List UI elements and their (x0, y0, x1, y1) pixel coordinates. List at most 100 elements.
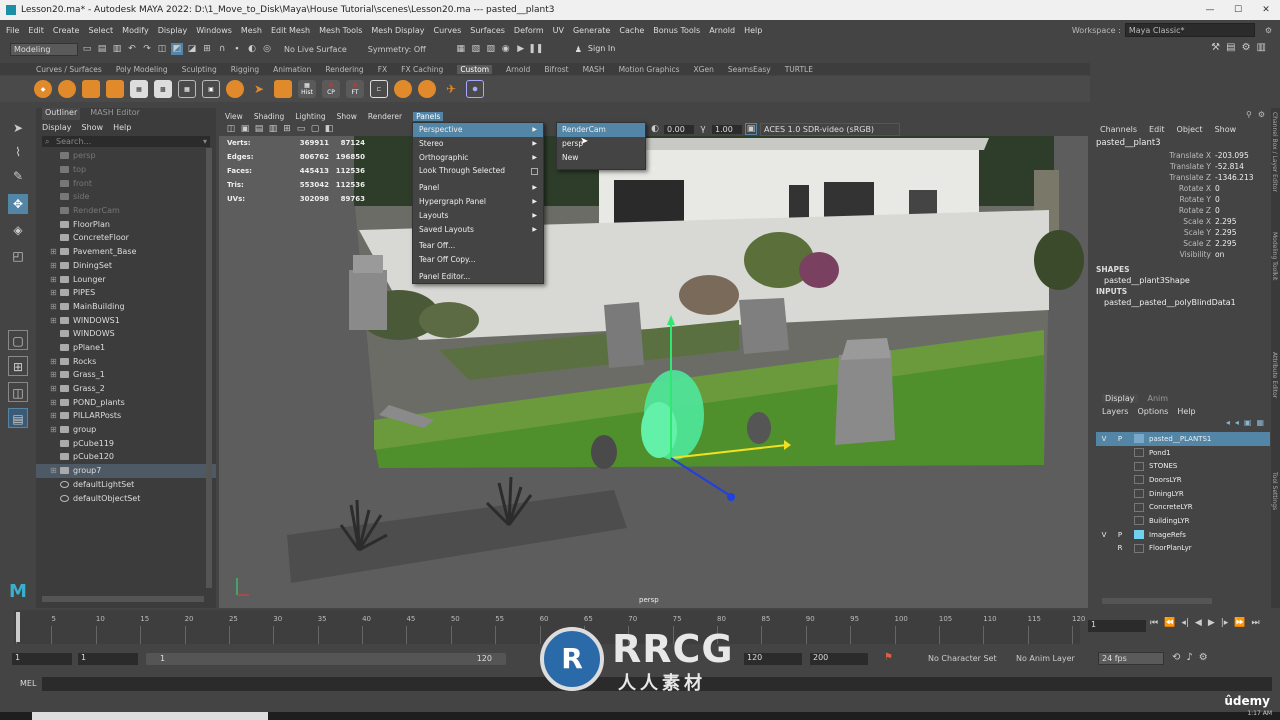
submenu-item-rendercam[interactable]: RenderCam (557, 123, 645, 137)
channel-attr-value[interactable]: 2.295 (1215, 228, 1271, 237)
channel-attr-value[interactable]: 0 (1215, 195, 1271, 204)
tool-settings-icon[interactable]: ⚙ (1242, 42, 1251, 53)
panels-menu-item-tear-off-copy-[interactable]: Tear Off Copy... (413, 253, 543, 267)
shelf-item-6-icon[interactable]: ▩ (154, 80, 172, 98)
channel-attr-row[interactable]: Translate Y -52.814 (1091, 161, 1271, 172)
select-tool-icon[interactable]: ➤ (8, 118, 28, 138)
shelf-item-2-icon[interactable] (58, 80, 76, 98)
layer-menu-layers[interactable]: Layers (1102, 407, 1128, 416)
step-back-key-icon[interactable]: ⏪ (1164, 618, 1175, 628)
new-scene-icon[interactable]: ▭ (81, 43, 93, 55)
layer-visibility-toggle[interactable]: V (1096, 435, 1112, 443)
four-pane-layout-icon[interactable]: ⊞ (8, 356, 28, 376)
open-scene-icon[interactable]: ▤ (96, 43, 108, 55)
expand-toggle-icon[interactable]: ⊞ (50, 398, 60, 407)
shelf-item-7-icon[interactable]: ▦ (178, 80, 196, 98)
panels-menu-item-panel-editor-[interactable]: Panel Editor... (413, 270, 543, 284)
tab-display[interactable]: Display (1102, 393, 1138, 403)
layer-color-swatch[interactable] (1134, 530, 1144, 540)
history-icon[interactable]: ▦ Hist (298, 80, 316, 98)
menu-bonus-tools[interactable]: Bonus Tools (653, 26, 700, 35)
outliner-item[interactable]: ⊞ group7 (36, 463, 216, 478)
scale-tool-icon[interactable]: ◰ (8, 246, 28, 266)
outliner-scrollbar[interactable] (42, 596, 204, 602)
shelf-tab-curves-surfaces[interactable]: Curves / Surfaces (36, 65, 102, 74)
pause-icon[interactable]: ❚❚ (528, 43, 543, 55)
taskbar-window-tab[interactable] (32, 712, 268, 720)
expand-toggle-icon[interactable]: ⊞ (50, 288, 60, 297)
panels-menu-item-saved-layouts[interactable]: Saved Layouts ▶ (413, 223, 543, 237)
layer-color-swatch[interactable] (1134, 543, 1144, 553)
channel-attr-row[interactable]: Scale X 2.295 (1091, 216, 1271, 227)
arnold-render-icon[interactable]: ▶ (515, 43, 527, 55)
expand-toggle-icon[interactable]: ⊞ (50, 261, 60, 270)
anim-prefs-icon[interactable]: ⚙ (1199, 652, 1208, 663)
play-forwards-icon[interactable]: ▶ (1208, 618, 1215, 628)
tab-anim[interactable]: Anim (1148, 394, 1169, 403)
render-icon[interactable]: ▦ (455, 43, 467, 55)
shelf-tab-motion-graphics[interactable]: Motion Graphics (619, 65, 680, 74)
single-pane-layout-icon[interactable]: ▢ (8, 330, 28, 350)
close-button[interactable]: ✕ (1252, 0, 1280, 20)
channel-attr-row[interactable]: Translate X -203.095 (1091, 150, 1271, 161)
film-gate-icon[interactable]: ▭ (295, 123, 307, 135)
snap-surface-icon[interactable]: ◐ (246, 43, 258, 55)
scene-end-field[interactable]: 200 (810, 653, 868, 665)
lasso-tool-icon[interactable]: ⌇ (8, 142, 28, 162)
outliner-item[interactable]: side (36, 190, 216, 204)
cb-menu-show[interactable]: Show (1215, 125, 1237, 134)
shelf-tab-bifrost[interactable]: Bifrost (544, 65, 568, 74)
outliner-menu-display[interactable]: Display (42, 123, 72, 132)
expand-toggle-icon[interactable]: ⊞ (50, 425, 60, 434)
channel-attr-row[interactable]: Visibility on (1091, 249, 1271, 260)
anim-layer-dropdown[interactable]: No Anim Layer (1016, 654, 1075, 663)
channel-attr-value[interactable]: on (1215, 250, 1271, 259)
snap-curve-icon[interactable]: ∩ (216, 43, 228, 55)
gamma-value[interactable]: 1.00 (712, 124, 742, 134)
menu-mesh-tools[interactable]: Mesh Tools (319, 26, 362, 35)
panels-menu-item-look-through-selected[interactable]: Look Through Selected (413, 164, 543, 178)
layer-color-swatch[interactable] (1134, 448, 1144, 458)
channel-attr-value[interactable]: -1346.213 (1215, 173, 1271, 182)
layer-row[interactable]: V Ppasted__PLANTS1 (1096, 432, 1270, 446)
shelf-item-5-icon[interactable]: ▦ (130, 80, 148, 98)
layer-scrollbar[interactable] (1102, 598, 1212, 604)
shelf-item-9-icon[interactable] (226, 80, 244, 98)
menu-help[interactable]: Help (744, 26, 762, 35)
save-scene-icon[interactable]: ▥ (111, 43, 123, 55)
outliner-item[interactable]: ⊞ MainBuilding (36, 300, 216, 314)
new-layer-selected-icon[interactable]: ▦ (1256, 418, 1264, 432)
shelf-tab-fx[interactable]: FX (378, 65, 387, 74)
bookmark-icon[interactable]: ▤ (253, 123, 265, 135)
new-layer-icon[interactable]: ▣ (1244, 418, 1252, 432)
maximize-button[interactable]: ☐ (1224, 0, 1252, 20)
layer-row[interactable]: BuildingLYR (1096, 514, 1270, 528)
outliner-layout-icon[interactable]: ▤ (8, 408, 28, 428)
go-to-start-icon[interactable]: ⏮ (1150, 618, 1158, 628)
playback-start-field[interactable]: 1 (78, 653, 138, 665)
live-surface-label[interactable]: No Live Surface (284, 45, 347, 54)
channel-attr-value[interactable]: -52.814 (1215, 162, 1271, 171)
channel-box-options-icon[interactable]: ⚙ (1258, 110, 1265, 119)
panels-menu-item-orthographic[interactable]: Orthographic ▶ (413, 151, 543, 165)
workspace-dropdown[interactable]: Maya Classic* (1124, 23, 1255, 37)
layer-row[interactable]: Pond1 (1096, 446, 1270, 460)
mode-dropdown[interactable]: Modeling (10, 42, 78, 56)
layer-menu-options[interactable]: Options (1137, 407, 1168, 416)
sign-in-dropdown[interactable]: Sign In (584, 42, 663, 56)
go-to-end-icon[interactable]: ⏭ (1252, 618, 1260, 628)
exposure-value[interactable]: 0.00 (664, 124, 694, 134)
expand-toggle-icon[interactable]: ⊞ (50, 316, 60, 325)
channel-attr-value[interactable]: 2.295 (1215, 239, 1271, 248)
outliner-item[interactable]: FloorPlan (36, 217, 216, 231)
step-back-frame-icon[interactable]: ◂| (1181, 618, 1189, 628)
side-tab[interactable]: Attribute Editor (1271, 348, 1278, 468)
resolution-gate-icon[interactable]: ▢ (309, 123, 321, 135)
expand-toggle-icon[interactable]: ⊞ (50, 247, 60, 256)
menu-file[interactable]: File (6, 26, 19, 35)
layer-color-swatch[interactable] (1134, 434, 1144, 444)
outliner-item[interactable]: defaultObjectSet (36, 491, 216, 505)
mel-label[interactable]: MEL (20, 679, 36, 688)
shelf-item-4-icon[interactable] (106, 80, 124, 98)
outliner-item[interactable]: defaultLightSet (36, 478, 216, 492)
